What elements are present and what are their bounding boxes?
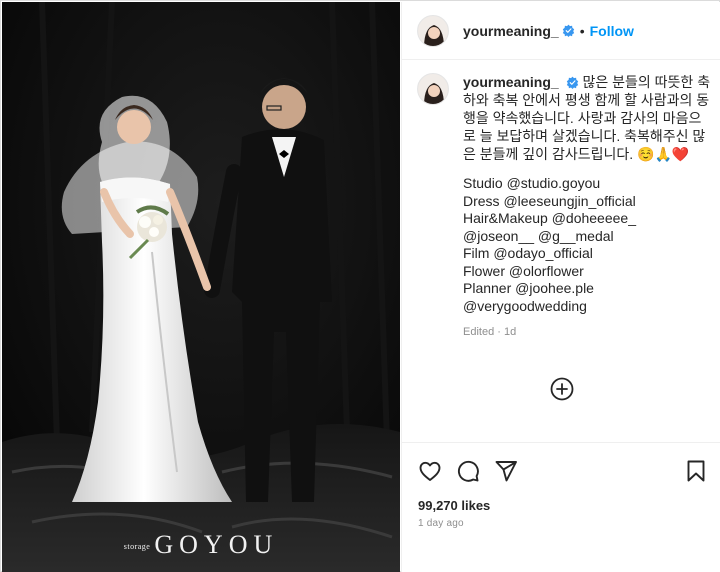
author-avatar[interactable] bbox=[417, 14, 449, 47]
edited-timestamp: Edited · 1d bbox=[463, 326, 517, 338]
watermark-brand-text: GOYOU bbox=[154, 530, 279, 559]
like-count[interactable]: 99,270 likes bbox=[418, 498, 490, 513]
bookmark-icon[interactable] bbox=[684, 459, 708, 483]
action-icon-row bbox=[418, 459, 708, 483]
author-username[interactable]: yourmeaning_ bbox=[463, 23, 559, 39]
watermark-small-text: storage bbox=[123, 542, 151, 551]
follow-button[interactable]: Follow bbox=[590, 23, 634, 39]
caption-credits: Studio @studio.goyou Dress @leeseungjin_… bbox=[463, 175, 713, 315]
credit-line: Film @odayo_official bbox=[463, 245, 593, 261]
credit-line: Dress @leeseungjin_official bbox=[463, 192, 636, 209]
header-separator: • bbox=[579, 22, 585, 39]
heart-icon[interactable] bbox=[418, 459, 442, 483]
credit-line: Studio @studio.goyou bbox=[463, 175, 601, 191]
send-icon[interactable] bbox=[494, 459, 518, 483]
verified-badge-icon bbox=[566, 76, 578, 89]
wedding-photo-illustration bbox=[2, 2, 400, 572]
caption-avatar[interactable] bbox=[417, 73, 449, 105]
post-modal: storage GOYOU yourmeaning_ • Follow your… bbox=[0, 0, 720, 572]
post-photo[interactable]: storage GOYOU bbox=[2, 2, 400, 572]
caption-body: yourmeaning_ 많은 분들의 따뜻한 축하와 축복 안에서 평생 함께… bbox=[463, 73, 713, 341]
comment-icon[interactable] bbox=[456, 459, 480, 483]
credit-line: @verygoodwedding bbox=[463, 297, 587, 314]
caption-section: yourmeaning_ 많은 분들의 따뜻한 축하와 축복 안에서 평생 함께… bbox=[417, 73, 717, 341]
credit-line: @joseon__ @g__medal bbox=[463, 227, 614, 244]
photo-watermark: storage GOYOU bbox=[2, 530, 400, 560]
credit-line: Hair&Makeup @doheeeee_ bbox=[463, 210, 636, 226]
post-timestamp[interactable]: 1 day ago bbox=[418, 518, 464, 529]
post-header: yourmeaning_ • Follow bbox=[402, 2, 720, 60]
credit-line: Planner @joohee.ple bbox=[463, 280, 594, 296]
credit-line: Flower @olorflower bbox=[463, 262, 584, 279]
caption-username[interactable]: yourmeaning_ bbox=[463, 74, 559, 90]
post-sidebar: yourmeaning_ • Follow yourmeaning_ 많은 분들… bbox=[401, 2, 720, 572]
verified-badge-icon bbox=[562, 24, 574, 37]
plus-circle-icon[interactable] bbox=[550, 377, 574, 401]
post-actions: 99,270 likes 1 day ago bbox=[402, 442, 720, 572]
